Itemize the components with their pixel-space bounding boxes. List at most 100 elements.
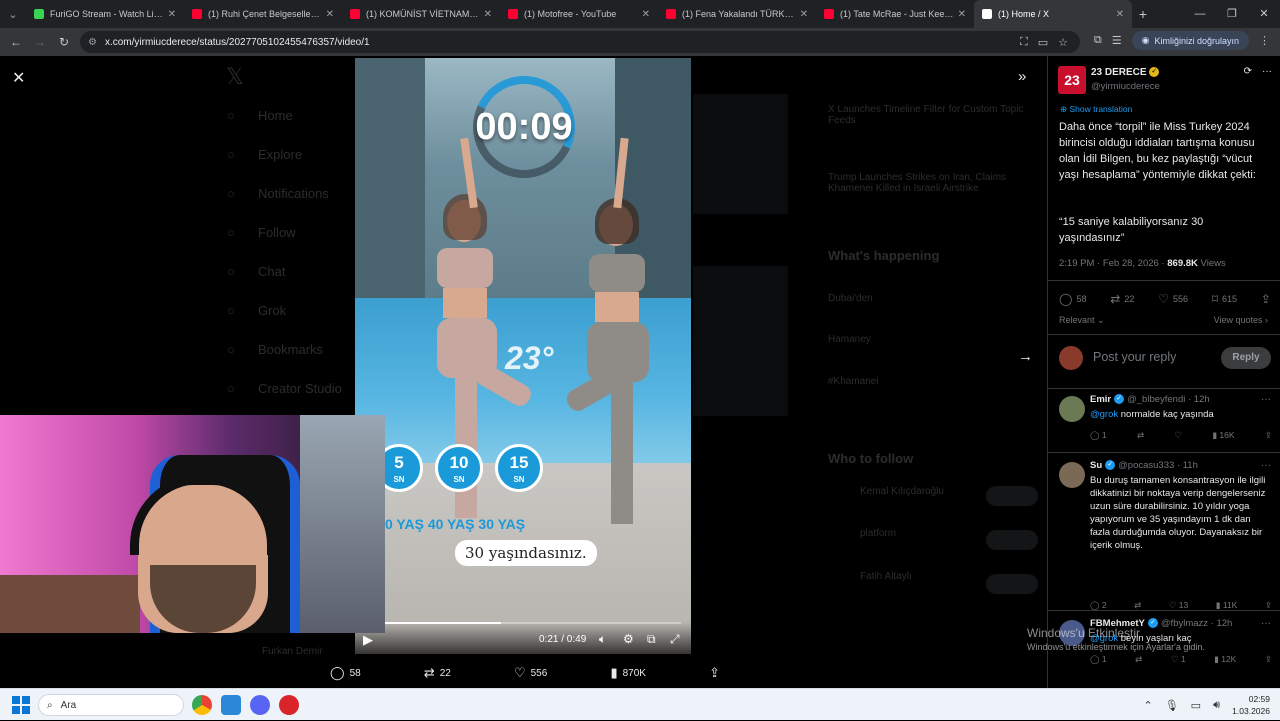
browser-tab[interactable]: (1) Tate McRae - Just Keep Wat ✕: [816, 0, 974, 28]
pip-icon[interactable]: ⧉: [647, 632, 656, 647]
taskbar-search[interactable]: ⌕ Ara: [38, 694, 184, 716]
author-handle[interactable]: @yirmiucderece: [1091, 81, 1160, 92]
browser-tab[interactable]: (1) Fena Yakalandı TÜRKİYE'DE ✕: [658, 0, 816, 28]
forward-icon[interactable]: →: [28, 35, 52, 49]
back-icon[interactable]: ←: [4, 35, 28, 49]
browser-tab[interactable]: (1) Home / X ✕: [974, 0, 1132, 28]
reply-author-name[interactable]: Su: [1090, 460, 1102, 471]
settings-icon[interactable]: ⚙: [623, 632, 634, 646]
reply-button[interactable]: ◯ 1: [1090, 430, 1107, 441]
view-quotes-link[interactable]: View quotes ›: [1214, 315, 1268, 325]
bookmark-star-icon[interactable]: ☆: [1058, 36, 1068, 49]
volume-icon[interactable]: 🔊︎: [1213, 699, 1220, 712]
close-window-icon[interactable]: ✕: [1248, 0, 1280, 28]
tweet-text: Daha önce “torpil” ile Miss Turkey 2024 …: [1059, 121, 1256, 181]
reply-action[interactable]: ◯ 58: [330, 665, 361, 681]
reply-more-icon[interactable]: ···: [1261, 618, 1271, 629]
play-icon[interactable]: ▶: [363, 632, 373, 648]
show-translation-link[interactable]: ⊕ Show translation: [1060, 104, 1132, 115]
browser-tab[interactable]: (1) Motofree - YouTube ✕: [500, 0, 658, 28]
repost-button[interactable]: ⇄: [1137, 430, 1144, 441]
views-chart-button[interactable]: ▮ 12K: [1214, 654, 1236, 665]
share-action[interactable]: ⇪: [709, 665, 720, 681]
reply-button[interactable]: ◯ 1: [1090, 654, 1107, 665]
maximize-icon[interactable]: ❐: [1216, 0, 1248, 28]
author-avatar[interactable]: 23: [1058, 66, 1086, 94]
settings-taskbar-icon[interactable]: [221, 695, 241, 715]
share-button[interactable]: ⇪: [1265, 430, 1272, 441]
reply-stat-value: 16K: [1219, 430, 1235, 440]
tab-close-icon[interactable]: ✕: [800, 9, 808, 20]
tweet-reply-button[interactable]: ◯ 58: [1059, 292, 1086, 306]
site-info-icon[interactable]: ⚙: [88, 37, 97, 48]
repost-button[interactable]: ⇄: [1135, 654, 1142, 665]
tab-close-icon[interactable]: ✕: [642, 9, 650, 20]
microphone-icon[interactable]: 🎙︎: [1165, 699, 1179, 712]
reply-more-icon[interactable]: ···: [1261, 394, 1271, 405]
tab-close-icon[interactable]: ✕: [326, 9, 334, 20]
heart-button[interactable]: ♡ 1: [1171, 654, 1186, 665]
reply-button[interactable]: Reply: [1221, 347, 1271, 369]
extensions-icon[interactable]: ⧉: [1094, 34, 1102, 47]
fullscreen-icon[interactable]: ⤢: [670, 632, 680, 647]
views-action[interactable]: ▮ 870K: [610, 665, 646, 681]
tweet-share-button[interactable]: ⇪: [1261, 292, 1271, 306]
reply-mention[interactable]: @grok: [1090, 409, 1118, 420]
reply-stat-value: 12K: [1221, 654, 1237, 664]
browser-tab[interactable]: FuriGO Stream - Watch Live on ✕: [26, 0, 184, 28]
verified-gold-icon: ✓: [1149, 67, 1160, 78]
tab-close-icon[interactable]: ✕: [958, 9, 966, 20]
windows-start-icon[interactable]: [12, 696, 30, 714]
app-taskbar-icon[interactable]: [279, 695, 299, 715]
cast-icon[interactable]: ▭: [1038, 36, 1048, 49]
minimize-icon[interactable]: —: [1184, 0, 1216, 28]
author-name[interactable]: 23 DERECE ✓: [1091, 67, 1160, 78]
volume-icon[interactable]: 🔈︎: [599, 632, 606, 647]
close-media-icon[interactable]: ✕: [12, 68, 25, 88]
heart-icon: ♡: [1158, 292, 1169, 306]
collapse-panel-icon[interactable]: »: [1018, 68, 1026, 85]
reading-list-icon[interactable]: ☰: [1112, 34, 1122, 47]
tab-close-icon[interactable]: ✕: [168, 9, 176, 20]
tweet-like-button[interactable]: ♡ 556: [1158, 292, 1188, 306]
reload-icon[interactable]: ↻: [52, 35, 76, 49]
tray-chevron-icon[interactable]: ⌃: [1143, 699, 1152, 712]
more-options-icon[interactable]: ···: [1262, 66, 1272, 77]
browser-tab[interactable]: (1) KOMÜNİST VİETNAM'A GE ✕: [342, 0, 500, 28]
video-progress-bar[interactable]: [365, 622, 681, 624]
taskbar-clock[interactable]: 02:59 1.03.2026: [1232, 693, 1270, 717]
heart-button[interactable]: ♡: [1174, 430, 1182, 441]
tab-search-icon[interactable]: ⌄: [0, 0, 26, 28]
like-action[interactable]: ♡ 556: [514, 665, 547, 681]
tab-favicon-icon: [350, 9, 360, 19]
user-avatar: [1059, 346, 1083, 370]
video-player[interactable]: 00:09 23° 5 SN 10 SN 15 SN 0 YAŞ 40 YAŞ 30 YA…: [355, 58, 691, 654]
network-icon[interactable]: ▭: [1191, 699, 1201, 712]
chrome-taskbar-icon[interactable]: [192, 695, 212, 715]
identity-button[interactable]: ◉ Kimliğinizi doğrulayın: [1131, 31, 1249, 50]
sort-replies-dropdown[interactable]: Relevant ⌄: [1059, 315, 1105, 326]
repost-action[interactable]: ⇄ 22: [424, 665, 451, 681]
new-tab-button[interactable]: +: [1132, 6, 1154, 22]
discord-taskbar-icon[interactable]: [250, 695, 270, 715]
translate-icon[interactable]: ⛶: [1020, 36, 1028, 49]
tab-close-icon[interactable]: ✕: [484, 9, 492, 20]
grok-icon[interactable]: ⟳: [1244, 66, 1252, 77]
tweet-bookmark-button[interactable]: ⌑ 615: [1212, 292, 1237, 306]
reply-more-icon[interactable]: ···: [1261, 460, 1271, 471]
reply-input[interactable]: Post your reply: [1093, 350, 1176, 364]
tab-close-icon[interactable]: ✕: [1116, 9, 1124, 20]
url-bar[interactable]: ⚙ x.com/yirmiucderece/status/20277051024…: [80, 31, 1080, 53]
tab-favicon-icon: [192, 9, 202, 19]
browser-menu-icon[interactable]: ⋮: [1259, 34, 1270, 47]
next-media-icon[interactable]: →: [1018, 348, 1033, 365]
reply-avatar[interactable]: [1059, 462, 1085, 488]
reply-author-name[interactable]: Emir: [1090, 394, 1111, 405]
reply-avatar[interactable]: [1059, 396, 1085, 422]
share-icon: ⇪: [1260, 292, 1271, 306]
tweet-repost-button[interactable]: ⇄ 22: [1110, 292, 1134, 306]
views-chart-button[interactable]: ▮ 16K: [1212, 430, 1234, 441]
share-button[interactable]: ⇪: [1265, 654, 1272, 665]
browser-tab[interactable]: (1) Ruhi Çenet Belgeselleri - Yo ✕: [184, 0, 342, 28]
seconds-badge: 15 SN: [495, 444, 543, 492]
